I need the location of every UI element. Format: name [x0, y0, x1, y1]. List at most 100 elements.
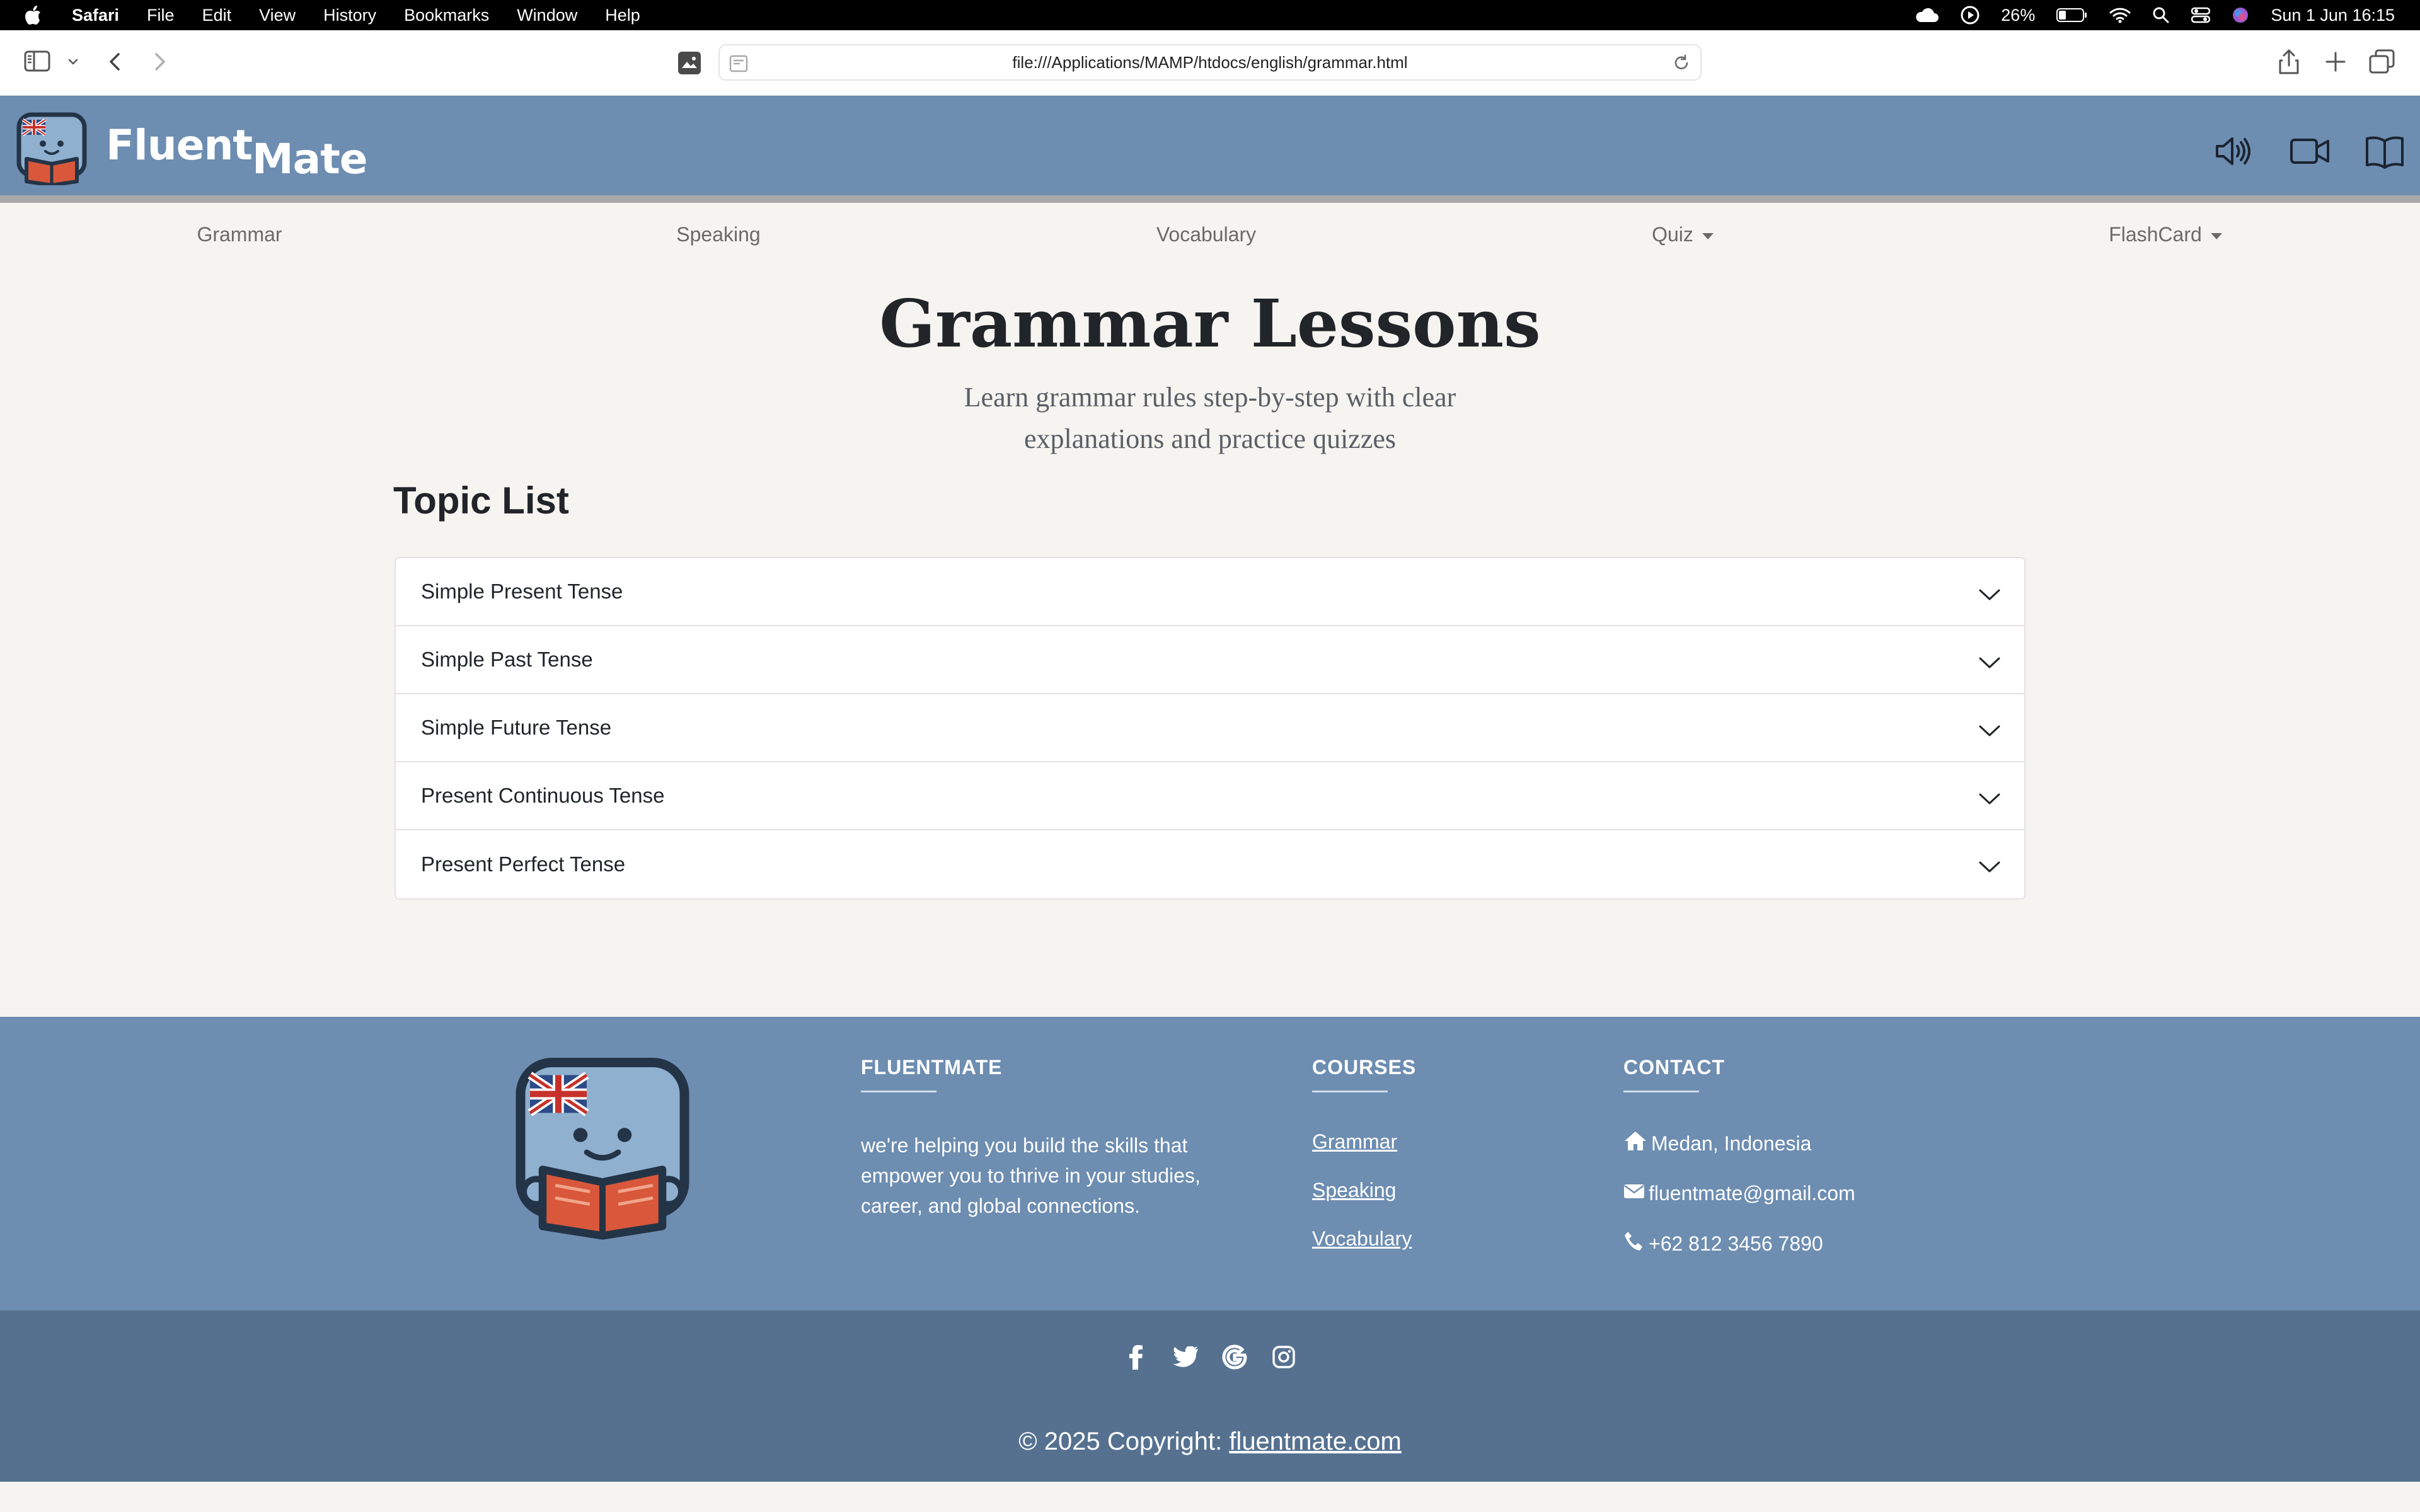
back-arrow-icon[interactable]	[106, 50, 125, 73]
contact-email: fluentmate@gmail.com	[1623, 1182, 1855, 1205]
menu-safari[interactable]: Safari	[72, 6, 119, 25]
contact-phone-text: +62 812 3456 7890	[1649, 1232, 1823, 1255]
extensions-icon[interactable]	[677, 50, 702, 76]
copyright-link[interactable]: fluentmate.com	[1229, 1428, 1401, 1455]
clock-datetime[interactable]: Sun 1 Jun 16:15	[2271, 6, 2395, 25]
spotlight-search-icon[interactable]	[2152, 6, 2170, 24]
chevron-down-icon	[1979, 854, 2000, 878]
facebook-icon[interactable]	[1124, 1344, 1149, 1370]
google-icon[interactable]	[1222, 1344, 1247, 1370]
heading-divider	[861, 1091, 936, 1092]
book-icon[interactable]	[2365, 135, 2405, 172]
social-links	[0, 1344, 2420, 1370]
instagram-icon[interactable]	[1271, 1344, 1296, 1370]
nav-quiz-dropdown[interactable]: Quiz	[1652, 223, 1714, 246]
contact-address: Medan, Indonesia	[1623, 1130, 1855, 1157]
menu-bookmarks[interactable]: Bookmarks	[404, 6, 489, 25]
browser-toolbar: file:///Applications/MAMP/htdocs/english…	[0, 30, 2420, 96]
phone-icon	[1623, 1230, 1645, 1257]
accordion-item-simple-future[interactable]: Simple Future Tense	[396, 694, 2024, 762]
heading-divider	[1312, 1091, 1388, 1092]
copyright-text: © 2025 Copyright:	[1018, 1428, 1230, 1455]
reload-icon[interactable]	[1671, 53, 1691, 77]
contact-address-text: Medan, Indonesia	[1651, 1131, 1812, 1155]
share-icon[interactable]	[2276, 48, 2302, 76]
icloud-icon[interactable]	[1914, 7, 1939, 23]
footer-link-speaking[interactable]: Speaking	[1312, 1179, 1416, 1202]
topic-list-heading: Topic List	[393, 479, 569, 522]
nav-vocabulary[interactable]: Vocabulary	[1156, 223, 1256, 246]
heading-divider	[1623, 1091, 1699, 1092]
contact-phone: +62 812 3456 7890	[1623, 1230, 1855, 1257]
nav-speaking[interactable]: Speaking	[676, 223, 760, 246]
battery-percent: 26%	[2001, 5, 2036, 25]
footer-bottom-bar: © 2025 Copyright: fluentmate.com	[0, 1310, 2420, 1482]
footer-link-vocabulary[interactable]: Vocabulary	[1312, 1227, 1416, 1251]
footer-contact: CONTACT Medan, Indonesia fluentmate@gmai…	[1623, 1056, 1855, 1257]
nav-flashcard-dropdown[interactable]: FlashCard	[2109, 223, 2222, 246]
tab-overview-icon[interactable]	[2368, 49, 2396, 74]
mascot-logo-icon[interactable]	[16, 112, 87, 188]
chevron-down-icon	[1979, 718, 2000, 742]
accordion-item-label: Simple Present Tense	[421, 580, 623, 603]
site-logo-text[interactable]: FluentMate	[106, 121, 368, 183]
site-footer: FLUENTMATE we're helping you build the s…	[0, 1017, 2420, 1310]
menu-file[interactable]: File	[147, 6, 175, 25]
accordion-item-simple-past[interactable]: Simple Past Tense	[396, 626, 2024, 694]
subtitle-line-2: explanations and practice quizzes	[1023, 423, 1397, 454]
accordion-item-present-continuous[interactable]: Present Continuous Tense	[396, 762, 2024, 830]
siri-icon[interactable]	[2232, 6, 2249, 24]
control-center-icon[interactable]	[2191, 7, 2211, 23]
wifi-icon[interactable]	[2109, 7, 2131, 23]
logo-word-mate: Mate	[252, 135, 368, 183]
accordion-item-label: Present Continuous Tense	[421, 784, 665, 807]
menu-edit[interactable]: Edit	[202, 6, 232, 25]
footer-courses: COURSES Grammar Speaking Vocabulary	[1312, 1056, 1416, 1251]
sidebar-toggle-icon[interactable]	[24, 49, 53, 73]
new-tab-icon[interactable]	[2323, 49, 2348, 74]
chevron-down-icon	[1979, 582, 2000, 606]
menu-history[interactable]: History	[323, 6, 376, 25]
footer-contact-heading: CONTACT	[1623, 1056, 1726, 1079]
chevron-down-icon	[1979, 650, 2000, 674]
footer-courses-heading: COURSES	[1312, 1056, 1417, 1079]
forward-arrow-icon[interactable]	[150, 50, 169, 73]
footer-link-grammar[interactable]: Grammar	[1312, 1130, 1416, 1154]
main-nav: Grammar Speaking Vocabulary Quiz FlashCa…	[0, 210, 2420, 261]
copyright: © 2025 Copyright: fluentmate.com	[0, 1428, 2420, 1456]
page-title: Grammar Lessons	[879, 285, 1541, 362]
apple-icon[interactable]	[25, 4, 44, 26]
nav-grammar[interactable]: Grammar	[197, 223, 282, 246]
speaker-icon[interactable]	[2215, 135, 2251, 171]
mascot-logo-icon	[514, 1056, 691, 1246]
footer-about-text: we're helping you build the skills that …	[861, 1134, 1201, 1217]
logo-word-fluent: Fluent	[106, 121, 253, 169]
menu-view[interactable]: View	[259, 6, 296, 25]
page-icon	[729, 54, 749, 77]
chevron-down-icon	[1979, 786, 2000, 810]
nav-flashcard-label: FlashCard	[2109, 223, 2202, 246]
chevron-down-icon[interactable]	[67, 55, 79, 68]
battery-icon[interactable]	[2056, 8, 2088, 23]
page-subtitle: Learn grammar rules step-by-step with cl…	[882, 377, 1538, 460]
url-text[interactable]: file:///Applications/MAMP/htdocs/english…	[1012, 53, 1407, 72]
accordion-item-label: Simple Future Tense	[421, 716, 612, 739]
footer-about-heading: FLUENTMATE	[861, 1056, 1003, 1079]
caret-down-icon	[2210, 232, 2222, 239]
accordion-item-simple-present[interactable]: Simple Present Tense	[396, 558, 2024, 626]
topic-accordion: Simple Present Tense Simple Past Tense S…	[395, 557, 2025, 900]
menu-help[interactable]: Help	[605, 6, 640, 25]
macos-menu-bar: Safari File Edit View History Bookmarks …	[0, 0, 2420, 30]
accordion-item-label: Present Perfect Tense	[421, 852, 626, 876]
footer-about: FLUENTMATE we're helping you build the s…	[861, 1056, 1239, 1221]
menu-window[interactable]: Window	[517, 6, 577, 25]
address-bar[interactable]: file:///Applications/MAMP/htdocs/english…	[718, 44, 1702, 81]
play-icon[interactable]	[1961, 6, 1979, 25]
accordion-item-present-perfect[interactable]: Present Perfect Tense	[396, 830, 2024, 898]
video-icon[interactable]	[2289, 135, 2331, 171]
site-header: FluentMate	[0, 96, 2420, 203]
nav-quiz-label: Quiz	[1652, 223, 1693, 246]
accordion-item-label: Simple Past Tense	[421, 648, 593, 671]
home-icon	[1623, 1130, 1647, 1157]
twitter-icon[interactable]	[1173, 1344, 1198, 1370]
